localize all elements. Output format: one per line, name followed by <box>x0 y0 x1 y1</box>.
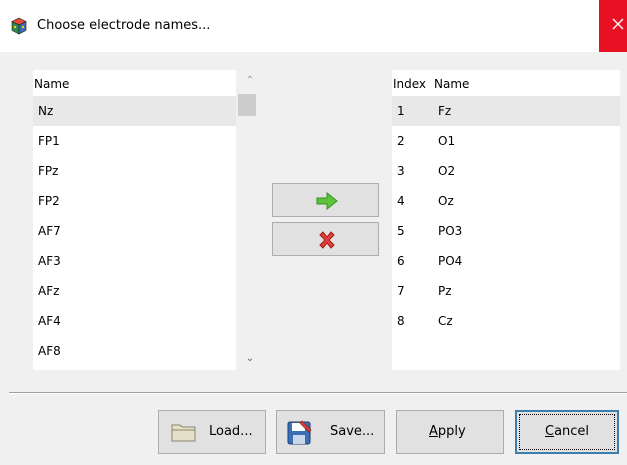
title-bar: Choose electrode names... <box>0 0 627 52</box>
load-button[interactable]: Load... <box>158 410 266 454</box>
cancel-label: Cancel <box>545 424 590 439</box>
column-header-name[interactable]: Name <box>433 72 620 96</box>
table-row[interactable]: 7 Pz <box>392 276 620 306</box>
list-item[interactable]: FP2 <box>33 186 236 216</box>
list-item[interactable]: FP1 <box>33 126 236 156</box>
table-row[interactable]: 3 O2 <box>392 156 620 186</box>
close-icon <box>612 18 624 30</box>
list-item[interactable]: Nz <box>33 96 236 126</box>
table-row[interactable]: 4 Oz <box>392 186 620 216</box>
close-button[interactable] <box>599 0 627 52</box>
list-item[interactable]: AF8 <box>33 336 236 366</box>
list-item[interactable]: AF7 <box>33 216 236 246</box>
remove-electrode-button[interactable] <box>272 222 379 256</box>
list-item[interactable]: AF4 <box>33 306 236 336</box>
window-title: Choose electrode names... <box>37 18 211 33</box>
scroll-down-icon[interactable]: ⌄ <box>236 350 264 368</box>
load-label: Load... <box>209 424 253 439</box>
table-row[interactable]: 5 PO3 <box>392 216 620 246</box>
add-electrode-button[interactable] <box>272 183 379 217</box>
separator-highlight <box>9 393 627 394</box>
green-arrow-right-icon <box>316 192 338 210</box>
folder-icon <box>171 424 196 442</box>
save-button[interactable]: Save... <box>276 410 385 454</box>
table-row[interactable]: 1 Fz <box>392 96 620 126</box>
list-item[interactable]: FPz <box>33 156 236 186</box>
scroll-up-icon[interactable]: ⌃ <box>236 72 264 90</box>
available-electrodes-list[interactable]: Name Nz FP1 FPz FP2 AF7 AF3 AFz AF4 AF8 <box>33 70 236 370</box>
column-header-name[interactable]: Name <box>33 72 236 96</box>
save-label: Save... <box>330 424 375 439</box>
cancel-button[interactable]: Cancel <box>515 410 619 454</box>
list-item[interactable]: AF3 <box>33 246 236 276</box>
red-x-icon <box>319 231 335 249</box>
table-row[interactable]: 6 PO4 <box>392 246 620 276</box>
column-header-index[interactable]: Index <box>392 72 432 96</box>
list-item[interactable]: AFz <box>33 276 236 306</box>
app-cube-icon <box>10 17 28 35</box>
chosen-electrodes-table[interactable]: Index Name 1 Fz 2 O1 3 O2 4 Oz 5 PO3 6 P… <box>392 70 620 370</box>
table-row[interactable]: 8 Cz <box>392 306 620 336</box>
scroll-thumb[interactable] <box>238 94 256 116</box>
apply-label: Apply <box>429 424 466 439</box>
table-row[interactable]: 2 O1 <box>392 126 620 156</box>
apply-button[interactable]: Apply <box>396 410 504 454</box>
save-icon <box>287 420 312 445</box>
vertical-scrollbar[interactable]: ⌃ ⌄ <box>236 70 264 370</box>
